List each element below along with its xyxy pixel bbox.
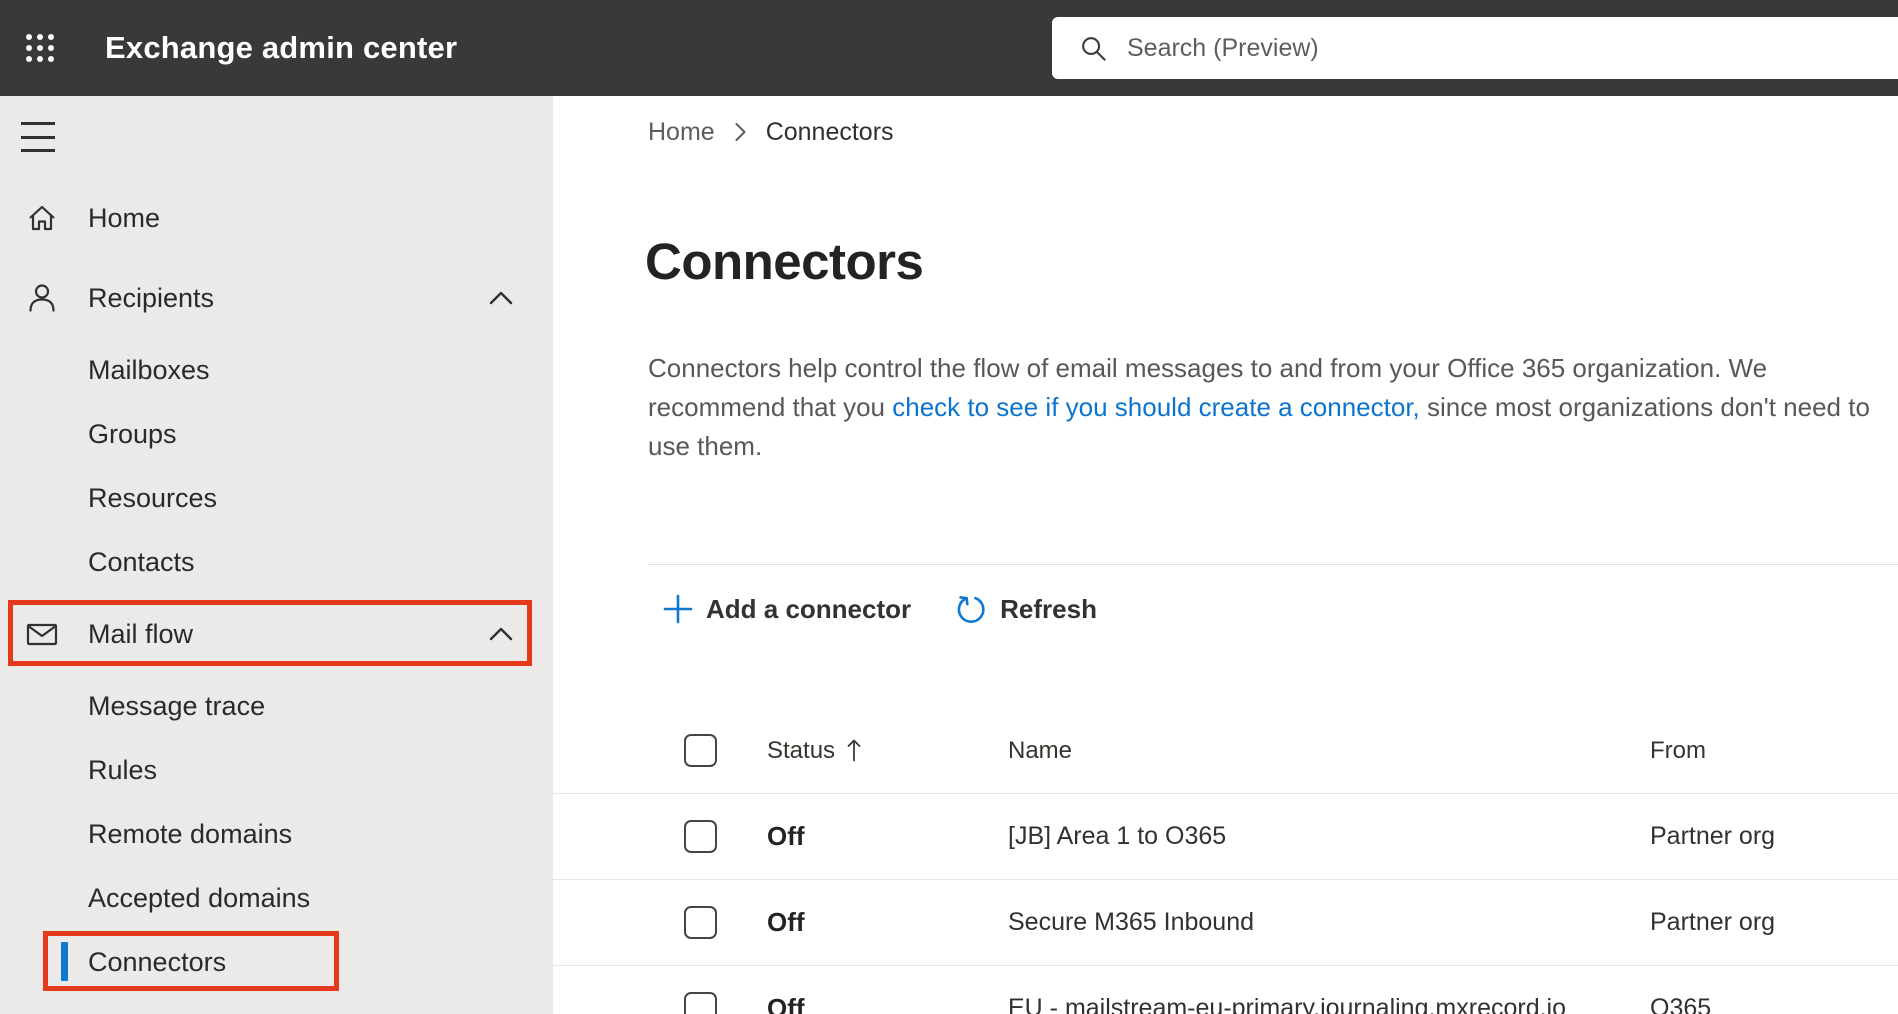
sidebar-item-message-trace[interactable]: Message trace [0,674,553,738]
exchange-admin-center-app: Exchange admin center Home [0,0,1898,1014]
sidebar-item-label: Mail flow [88,618,194,649]
chevron-up-icon [486,623,516,645]
sidebar-item-label: Contacts [88,546,195,577]
sort-ascending-icon [845,737,863,763]
row-checkbox[interactable] [684,992,717,1014]
selected-indicator-bar [61,942,68,981]
sidebar-item-recipients[interactable]: Recipients [0,266,553,330]
home-icon [24,200,60,236]
connector-from: O365 [1650,994,1712,1014]
sidebar-item-remote-domains[interactable]: Remote domains [0,802,553,866]
sidebar-item-home[interactable]: Home [0,186,553,250]
refresh-label: Refresh [1000,593,1097,624]
table-row[interactable]: Off [JB] Area 1 to O365 Partner org [553,794,1898,880]
app-title: Exchange admin center [105,30,458,65]
table-row[interactable]: Off Secure M365 Inbound Partner org [553,880,1898,966]
main-content: Home Connectors Connectors Connectors he… [553,96,1898,1014]
status-value: Off [767,821,805,851]
sidebar-item-label: Message trace [88,690,266,721]
add-connector-button[interactable]: Add a connector [663,594,911,625]
connector-name: [JB] Area 1 to O365 [1008,822,1227,850]
status-value: Off [767,993,805,1014]
sidebar-item-label: Recipients [88,282,215,313]
hamburger-menu-button[interactable] [21,120,61,154]
command-bar: Add a connector Refresh [663,582,1097,636]
top-bar: Exchange admin center [0,0,1898,96]
sidebar-item-label: Mailboxes [88,354,210,385]
sidebar-item-label: Accepted domains [88,882,311,913]
sidebar-item-connectors[interactable]: Connectors [0,930,553,994]
search-input[interactable] [1127,33,1727,63]
person-icon [24,280,60,316]
waffle-icon [26,34,54,62]
connectors-table: Status Name From Off [JB] Area 1 to O365… [553,708,1898,1014]
column-header-from[interactable]: From [1650,737,1898,765]
sidebar-item-groups[interactable]: Groups [0,402,553,466]
connector-from: Partner org [1650,822,1776,850]
sidebar-item-label: Remote domains [88,818,293,849]
breadcrumb-home-link[interactable]: Home [648,118,715,147]
column-header-name[interactable]: Name [1008,737,1650,765]
mail-icon [24,616,60,652]
connector-from: Partner org [1650,908,1776,936]
breadcrumb-current: Connectors [765,117,894,146]
sidebar-item-label: Connectors [88,946,227,977]
app-launcher-button[interactable] [14,22,66,74]
sidebar-item-mail-flow[interactable]: Mail flow [0,602,553,666]
column-header-status[interactable]: Status [767,737,1008,765]
sidebar-item-label: Rules [88,754,158,785]
create-connector-check-link[interactable]: check to see if you should create a conn… [892,392,1420,422]
row-checkbox[interactable] [684,906,717,939]
refresh-button[interactable]: Refresh [955,593,1097,625]
row-checkbox[interactable] [684,820,717,853]
plus-icon [663,594,693,624]
sidebar-nav: Home Recipients Mailboxes Groups Resourc… [0,96,553,1014]
table-header-row: Status Name From [553,708,1898,794]
sidebar-item-rules[interactable]: Rules [0,738,553,802]
select-all-checkbox[interactable] [684,734,717,767]
sidebar-item-accepted-domains[interactable]: Accepted domains [0,866,553,930]
sidebar-item-label: Groups [88,418,177,449]
search-icon [1082,36,1106,61]
chevron-up-icon [486,287,516,309]
sidebar-item-label: Home [88,202,161,233]
connector-name: Secure M365 Inbound [1008,908,1255,936]
page-description: Connectors help control the flow of emai… [648,349,1893,466]
connector-name: EU - mailstream-eu-primary.journaling.mx… [1008,994,1567,1014]
table-row[interactable]: Off EU - mailstream-eu-primary.journalin… [553,966,1898,1014]
sidebar-item-mailboxes[interactable]: Mailboxes [0,338,553,402]
toolbar-divider [648,564,1898,565]
add-connector-label: Add a connector [706,593,912,624]
page-title: Connectors [645,233,924,290]
sidebar-item-contacts[interactable]: Contacts [0,530,553,594]
status-value: Off [767,907,805,937]
chevron-right-icon [735,123,746,141]
sidebar-item-label: Resources [88,482,218,513]
search-box[interactable] [1052,17,1898,79]
breadcrumb: Home Connectors [648,112,894,152]
sidebar-item-resources[interactable]: Resources [0,466,553,530]
refresh-icon [957,596,985,624]
